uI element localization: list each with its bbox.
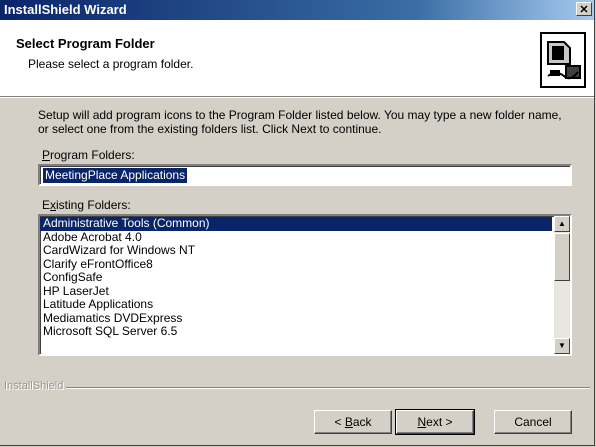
list-item[interactable]: Clarify eFrontOffice8 [40, 257, 552, 272]
installshield-wizard-window: InstallShield Wizard ✕ Select Program Fo… [0, 0, 595, 446]
program-folders-label-text: rogram Folders: [50, 148, 135, 162]
wizard-header: Select Program Folder Please select a pr… [0, 20, 594, 97]
scroll-down-button[interactable]: ▼ [554, 338, 570, 354]
list-item[interactable]: Administrative Tools (Common) [40, 216, 552, 231]
existing-folders-list[interactable]: Administrative Tools (Common) Adobe Acro… [38, 214, 572, 356]
scroll-up-button[interactable]: ▲ [554, 216, 570, 232]
program-folder-input[interactable]: MeetingPlace Applications [38, 164, 572, 186]
list-item[interactable]: Adobe Acrobat 4.0 [40, 230, 552, 245]
list-item[interactable]: Latitude Applications [40, 297, 552, 312]
next-label-hotkey: N [417, 415, 427, 429]
installshield-brand: InstallShield [4, 380, 64, 392]
list-item[interactable]: Mediamatics DVDExpress [40, 311, 552, 326]
back-label-hotkey: B [344, 415, 353, 429]
instructions-text: Setup will add program icons to the Prog… [38, 108, 562, 136]
folder-items: Administrative Tools (Common) Adobe Acro… [40, 216, 552, 339]
list-item[interactable]: ConfigSafe [40, 270, 552, 285]
program-folder-value: MeetingPlace Applications [43, 168, 188, 183]
title-bar[interactable]: InstallShield Wizard ✕ [0, 0, 594, 20]
program-folders-label: Program Folders: [42, 148, 135, 162]
cancel-button[interactable]: Cancel [494, 410, 572, 434]
window-title: InstallShield Wizard [4, 2, 127, 17]
footer-divider [66, 387, 590, 389]
vertical-scrollbar[interactable]: ▲ ▼ [554, 216, 570, 354]
existing-folders-label-pre: E [42, 198, 51, 212]
page-title: Select Program Folder [16, 36, 155, 51]
back-label-pre: < [334, 415, 345, 429]
close-icon: ✕ [579, 4, 589, 16]
back-button[interactable]: < Back [314, 410, 392, 434]
existing-folders-label: Existing Folders: [42, 198, 131, 212]
program-folders-label-hotkey: P [42, 148, 51, 162]
next-button[interactable]: Next > [395, 409, 475, 435]
scroll-thumb[interactable] [554, 233, 570, 281]
next-label-rest: ext > [426, 415, 453, 429]
arrow-down-icon: ▼ [558, 341, 566, 350]
list-item[interactable]: Microsoft SQL Server 6.5 [40, 324, 552, 339]
computer-setup-icon [540, 32, 586, 88]
existing-folders-label-text: isting Folders: [56, 198, 131, 212]
page-subtitle: Please select a program folder. [28, 57, 194, 71]
wizard-content: Setup will add program icons to the Prog… [0, 98, 594, 445]
close-button[interactable]: ✕ [576, 2, 592, 16]
list-item[interactable]: HP LaserJet [40, 284, 552, 299]
back-label-rest: ack [352, 415, 372, 429]
list-item[interactable]: CardWizard for Windows NT [40, 243, 552, 258]
arrow-up-icon: ▲ [558, 219, 566, 228]
